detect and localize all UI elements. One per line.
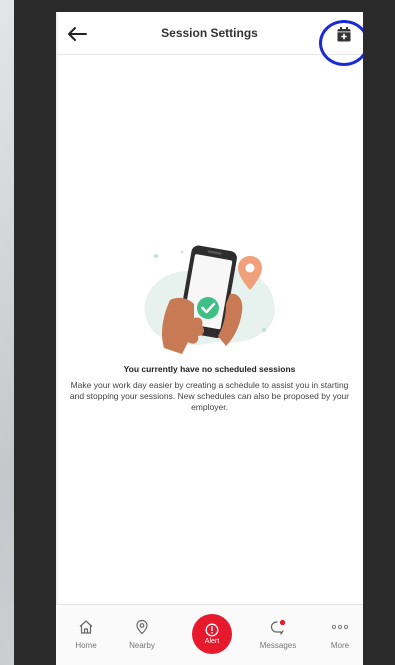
add-schedule-button[interactable]: [333, 23, 355, 45]
nav-more[interactable]: More: [316, 617, 363, 657]
screen-edge: [56, 12, 58, 665]
empty-state-description: Make your work day easier by creating a …: [69, 380, 350, 412]
nav-nearby[interactable]: Nearby: [118, 617, 166, 657]
app-header: Session Settings: [56, 12, 363, 55]
calendar-add-icon: [337, 26, 351, 41]
decor-dot: [154, 254, 158, 258]
app-screen: Session Settings You currently have no s…: [56, 12, 363, 665]
alert-label: Alert: [204, 638, 220, 645]
bottom-navigation: Home Nearby Alert Messages More: [56, 604, 363, 665]
unread-badge: [279, 619, 286, 626]
decor-dot: [180, 250, 184, 254]
decor-dot: [262, 328, 266, 332]
page-title: Session Settings: [161, 26, 258, 40]
home-icon: [79, 620, 93, 634]
empty-state-illustration: [144, 245, 275, 354]
check-circle-icon: [197, 297, 219, 319]
back-button[interactable]: [64, 21, 90, 47]
location-pin-icon: [136, 619, 148, 635]
message-icon: [270, 619, 286, 635]
alert-button[interactable]: Alert: [192, 614, 232, 654]
alert-icon: [205, 623, 219, 637]
nav-nearby-label: Nearby: [129, 641, 155, 650]
nav-home-label: Home: [75, 641, 97, 650]
empty-state-title: You currently have no scheduled sessions: [123, 364, 296, 374]
more-dots-icon: [331, 624, 349, 630]
nav-more-label: More: [330, 641, 350, 650]
nav-home[interactable]: Home: [62, 617, 110, 657]
nav-messages[interactable]: Messages: [254, 617, 302, 657]
nav-messages-label: Messages: [259, 641, 297, 650]
arrow-left-icon: [68, 27, 87, 41]
